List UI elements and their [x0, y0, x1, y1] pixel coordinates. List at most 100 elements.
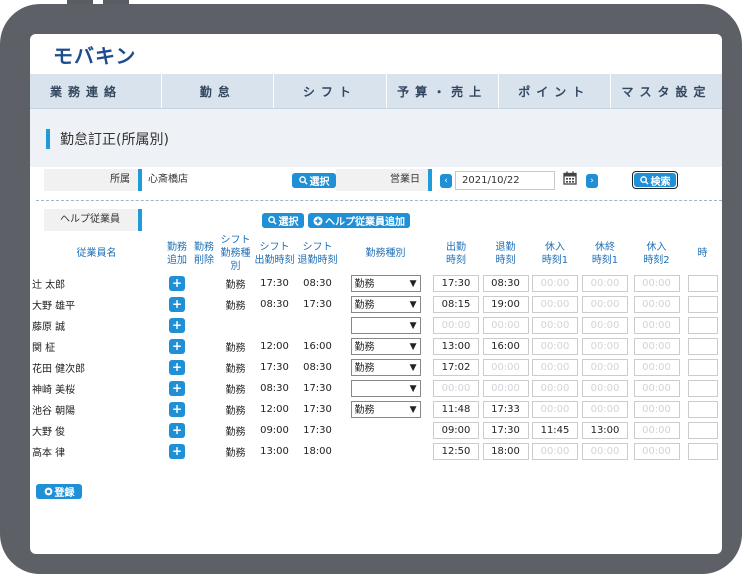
break-in-1-input[interactable]: 00:00	[532, 380, 578, 397]
clock-out-input[interactable]: 00:00	[482, 380, 529, 397]
clock-in-input[interactable]: 11:48	[433, 401, 479, 418]
delete-work-cell	[191, 378, 217, 399]
work-type-select[interactable]: 勤務 ▼	[350, 338, 421, 355]
clock-out-input[interactable]: 19:00	[482, 296, 529, 313]
break-out-1-input[interactable]: 00:00	[582, 401, 628, 418]
extra-time-input[interactable]	[687, 317, 718, 334]
work-type-value: 勤務	[354, 342, 375, 353]
break-in-2-input[interactable]: 00:00	[633, 359, 680, 376]
add-work-button[interactable]: +	[169, 318, 185, 333]
extra-time-input[interactable]	[687, 401, 718, 418]
clock-in-input[interactable]: 17:30	[433, 275, 479, 292]
work-type-select[interactable]: 勤務 ▼	[350, 359, 421, 376]
work-type-cell: 勤務 ▼	[340, 399, 431, 420]
add-work-button[interactable]: +	[169, 276, 185, 291]
add-work-button[interactable]: +	[169, 444, 185, 459]
clock-out-input[interactable]: 00:00	[482, 317, 529, 334]
break-in-1-input[interactable]: 00:00	[532, 317, 578, 334]
add-work-button[interactable]: +	[169, 402, 185, 417]
extra-time-input[interactable]	[687, 422, 718, 439]
calendar-icon[interactable]	[563, 171, 577, 185]
nav-item-points[interactable]: ポイント	[497, 74, 610, 108]
extra-time-input[interactable]	[687, 380, 718, 397]
extra-time-input[interactable]	[687, 275, 718, 292]
break-in-1-input[interactable]: 00:00	[532, 401, 578, 418]
extra-time-input[interactable]	[687, 359, 718, 376]
extra-cell	[683, 273, 722, 294]
break-in-2-input[interactable]: 00:00	[633, 422, 680, 439]
clock-out-cell: 00:00	[481, 357, 530, 378]
clock-out-input[interactable]: 08:30	[482, 275, 529, 292]
add-work-button[interactable]: +	[169, 339, 185, 354]
break-out-1-input[interactable]: 00:00	[582, 317, 628, 334]
nav-item-budget-sales[interactable]: 予算・売上	[385, 74, 498, 108]
work-type-select[interactable]: 勤務 ▼	[350, 275, 421, 292]
clock-in-input[interactable]: 12:50	[433, 443, 479, 460]
clock-out-input[interactable]: 17:33	[482, 401, 529, 418]
break-in-1-input[interactable]: 00:00	[532, 359, 578, 376]
break-in-2-input[interactable]: 00:00	[633, 296, 680, 313]
add-work-cell: +	[163, 420, 191, 441]
break-in-2-input[interactable]: 00:00	[633, 275, 680, 292]
break-in-1-input[interactable]: 00:00	[532, 275, 578, 292]
break-out-1-input[interactable]: 00:00	[582, 296, 628, 313]
shift-work-type-cell: 勤務	[225, 280, 246, 291]
break-out-1-input[interactable]: 00:00	[582, 338, 628, 355]
break-in-1-input[interactable]: 11:45	[532, 422, 578, 439]
shift-clock-in-cell: 17:30	[260, 362, 289, 373]
break-in-2-input[interactable]: 00:00	[633, 338, 680, 355]
clock-in-input[interactable]: 09:00	[433, 422, 479, 439]
add-work-button[interactable]: +	[169, 381, 185, 396]
clock-in-cell: 11:48	[431, 399, 481, 420]
break-in-2-input[interactable]: 00:00	[633, 317, 680, 334]
break-in-1-input[interactable]: 00:00	[532, 296, 578, 313]
clock-in-input[interactable]: 00:00	[433, 317, 479, 334]
clock-out-input[interactable]: 18:00	[482, 443, 529, 460]
break-out-1-input[interactable]: 00:00	[582, 275, 628, 292]
clock-in-input[interactable]: 08:15	[433, 296, 479, 313]
date-input[interactable]: 2021/10/22	[455, 171, 555, 190]
search-button[interactable]: 検索	[632, 171, 678, 189]
store-select-button[interactable]: 選択	[292, 173, 336, 188]
help-select-button[interactable]: 選択	[262, 213, 304, 228]
nav-item-shift[interactable]: シフト	[273, 74, 385, 108]
break-in-1-input[interactable]: 00:00	[532, 338, 578, 355]
break-in-2-input[interactable]: 00:00	[633, 380, 680, 397]
work-type-select[interactable]: ▼	[350, 317, 421, 334]
add-work-button[interactable]: +	[169, 423, 185, 438]
clock-in-input[interactable]: 17:02	[433, 359, 479, 376]
extra-time-input[interactable]	[687, 443, 718, 460]
clock-out-input[interactable]: 17:30	[482, 422, 529, 439]
break-in-2-input[interactable]: 00:00	[633, 443, 680, 460]
extra-time-input[interactable]	[687, 338, 718, 355]
work-type-select[interactable]: 勤務 ▼	[350, 296, 421, 313]
work-type-select[interactable]: ▼	[350, 380, 421, 397]
break-in-2-cell: 00:00	[630, 315, 683, 336]
prev-date-button[interactable]: ‹	[440, 174, 452, 188]
clock-in-input[interactable]: 13:00	[433, 338, 479, 355]
nav-item-attendance[interactable]: 勤怠	[161, 74, 273, 108]
delete-work-cell	[191, 420, 217, 441]
register-button[interactable]: 登録	[36, 484, 82, 499]
column-header-clock-in: 出勤 時刻	[446, 241, 466, 266]
break-out-1-input[interactable]: 00:00	[582, 359, 628, 376]
clock-out-input[interactable]: 00:00	[482, 359, 529, 376]
extra-time-input[interactable]	[687, 296, 718, 313]
break-out-1-cell: 00:00	[580, 336, 630, 357]
nav-item-business-contact[interactable]: 業務連絡	[30, 74, 161, 108]
next-date-button[interactable]: ›	[586, 174, 598, 188]
add-help-staff-button[interactable]: ヘルプ従業員追加	[308, 213, 410, 228]
break-out-1-input[interactable]: 13:00	[582, 422, 628, 439]
break-in-2-input[interactable]: 00:00	[633, 401, 680, 418]
column-header-shift-clock-out: シフト 退勤時刻	[297, 241, 338, 266]
add-work-button[interactable]: +	[169, 360, 185, 375]
shift-clock-out-cell: 17:30	[303, 404, 332, 415]
clock-in-input[interactable]: 00:00	[433, 380, 479, 397]
clock-out-input[interactable]: 16:00	[482, 338, 529, 355]
nav-item-master-settings[interactable]: マスタ設定	[609, 74, 722, 108]
break-out-1-input[interactable]: 00:00	[582, 380, 628, 397]
add-work-button[interactable]: +	[169, 297, 185, 312]
break-out-1-input[interactable]: 00:00	[582, 443, 628, 460]
work-type-select[interactable]: 勤務 ▼	[350, 401, 421, 418]
break-in-1-input[interactable]: 00:00	[532, 443, 578, 460]
